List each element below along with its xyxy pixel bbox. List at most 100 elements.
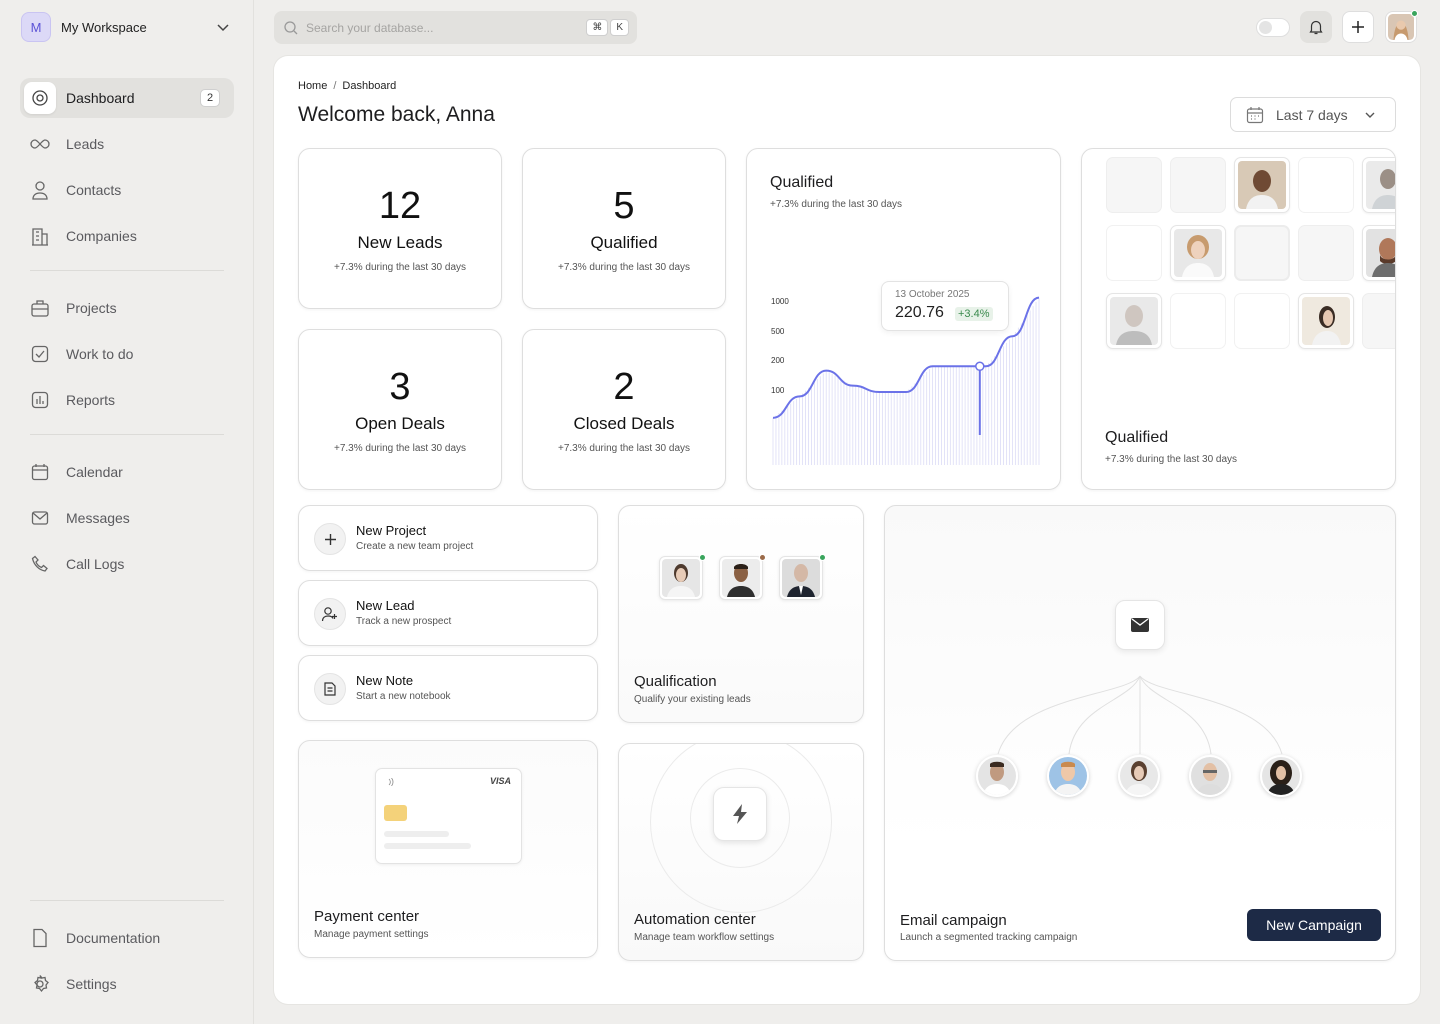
action-subtitle: Start a new notebook <box>356 691 451 702</box>
notifications-button[interactable] <box>1300 11 1332 43</box>
lead-avatar[interactable] <box>659 554 706 600</box>
lead-avatar[interactable] <box>779 554 826 600</box>
sidebar-item-calendar[interactable]: Calendar <box>20 452 234 492</box>
stat-card-closed-deals[interactable]: 2 Closed Deals +7.3% during the last 30 … <box>522 329 726 490</box>
breadcrumb-home[interactable]: Home <box>298 80 327 92</box>
card-subtitle: Qualify your existing leads <box>634 694 751 705</box>
sidebar-item-messages[interactable]: Messages <box>20 498 234 538</box>
email-campaign-card[interactable]: Email campaign Launch a segmented tracki… <box>884 505 1396 961</box>
stat-value: 12 <box>378 185 422 227</box>
sidebar-item-settings[interactable]: Settings <box>20 964 234 1004</box>
chevron-down-icon <box>217 24 229 32</box>
stat-value: 3 <box>389 366 411 408</box>
sidebar-item-projects[interactable]: Projects <box>20 288 234 328</box>
person-photo <box>1191 757 1229 795</box>
main-panel: Home / Dashboard Welcome back, Anna Last 7… <box>274 56 1420 1004</box>
card-subtitle: Launch a segmented tracking campaign <box>900 932 1078 943</box>
search-icon <box>284 20 298 34</box>
stat-card-new-leads[interactable]: 12 New Leads +7.3% during the last 30 da… <box>298 148 502 309</box>
note-icon <box>314 673 346 705</box>
infinity-icon <box>30 134 50 154</box>
empty-tile <box>1106 225 1162 281</box>
person-photo <box>978 757 1016 795</box>
chart-highlight-point[interactable] <box>975 361 985 372</box>
action-title: New Note <box>356 673 414 688</box>
sidebar-item-companies[interactable]: Companies <box>20 216 234 256</box>
calendar-icon <box>1246 106 1264 123</box>
briefcase-icon <box>30 298 50 318</box>
search-input[interactable] <box>306 20 566 35</box>
credit-card-illustration: VISA <box>375 768 522 864</box>
empty-tile <box>1234 293 1290 349</box>
sidebar-item-label: Reports <box>66 392 116 408</box>
new-lead-action[interactable]: New Lead Track a new prospect <box>298 580 598 646</box>
date-range-select[interactable]: Last 7 days <box>1230 97 1396 132</box>
person-photo <box>1302 297 1350 345</box>
add-button[interactable] <box>1342 11 1374 43</box>
qualified-people-card[interactable]: Qualified +7.3% during the last 30 days <box>1081 148 1396 490</box>
action-subtitle: Create a new team project <box>356 541 474 552</box>
sidebar-item-call-logs[interactable]: Call Logs <box>20 544 234 584</box>
sidebar-item-documentation[interactable]: Documentation <box>20 918 234 958</box>
sidebar-item-label: Work to do <box>66 346 134 362</box>
stat-change: +7.3% during the last 30 days <box>557 443 691 454</box>
workspace-switcher[interactable]: M My Workspace <box>21 11 235 43</box>
recipient-avatar[interactable] <box>1260 755 1302 797</box>
sidebar-item-label: Calendar <box>66 464 123 480</box>
automation-center-card[interactable]: Automation center Manage team workflow s… <box>618 743 864 961</box>
online-status-dot <box>819 554 826 561</box>
sidebar-item-label: Contacts <box>66 182 122 198</box>
payment-center-card[interactable]: VISA Payment center Manage payment setti… <box>298 740 598 958</box>
recipient-avatar[interactable] <box>1118 755 1160 797</box>
stat-label: Open Deals <box>355 414 445 433</box>
lead-avatar[interactable] <box>719 554 766 600</box>
profile-avatar[interactable] <box>1385 10 1418 43</box>
user-icon <box>30 180 50 200</box>
card-brand: VISA <box>489 776 511 786</box>
stat-card-open-deals[interactable]: 3 Open Deals +7.3% during the last 30 da… <box>298 329 502 490</box>
sidebar-item-work-to-do[interactable]: Work to do <box>20 334 234 374</box>
qualified-chart-card[interactable]: Qualified +7.3% during the last 30 days … <box>746 148 1061 490</box>
recipient-avatar[interactable] <box>976 755 1018 797</box>
recipient-avatar[interactable] <box>1047 755 1089 797</box>
search-bar[interactable]: ⌘ K <box>274 11 637 44</box>
lead-photo-tile[interactable] <box>1170 225 1226 281</box>
empty-tile <box>1170 157 1226 213</box>
calendar-icon <box>30 462 50 482</box>
lead-photo-tile[interactable] <box>1298 293 1354 349</box>
sidebar-item-contacts[interactable]: Contacts <box>20 170 234 210</box>
person-photo <box>722 559 760 597</box>
new-project-action[interactable]: New Project Create a new team project <box>298 505 598 571</box>
person-photo <box>1238 161 1286 209</box>
stat-change: +7.3% during the last 30 days <box>333 262 467 273</box>
card-subtitle: Manage team workflow settings <box>634 932 775 943</box>
sidebar-item-reports[interactable]: Reports <box>20 380 234 420</box>
online-status-dot <box>1411 10 1418 17</box>
breadcrumb-current: Dashboard <box>342 80 397 92</box>
sidebar-item-label: Companies <box>66 228 137 244</box>
lead-photo-tile[interactable] <box>1234 157 1290 213</box>
sidebar-item-label: Documentation <box>66 930 161 946</box>
lead-photo-tile[interactable] <box>1106 293 1162 349</box>
card-title: Payment center <box>314 908 420 925</box>
sidebar-item-label: Projects <box>66 300 117 316</box>
theme-toggle[interactable] <box>1256 18 1290 37</box>
stat-value: 5 <box>613 185 635 227</box>
qualification-card[interactable]: Qualification Qualify your existing lead… <box>618 505 864 723</box>
sidebar-item-leads[interactable]: Leads <box>20 124 234 164</box>
lead-photo-tile[interactable] <box>1362 157 1395 213</box>
chart-tooltip: 13 October 2025 220.76 +3.4% <box>881 281 1009 331</box>
away-status-dot <box>759 554 766 561</box>
new-note-action[interactable]: New Note Start a new notebook <box>298 655 598 721</box>
person-photo <box>1049 757 1087 795</box>
sidebar-item-dashboard[interactable]: Dashboard 2 <box>20 78 234 118</box>
person-photo <box>1174 229 1222 277</box>
recipient-avatar[interactable] <box>1189 755 1231 797</box>
new-campaign-button[interactable]: New Campaign <box>1247 909 1381 941</box>
lead-photo-tile[interactable] <box>1362 225 1395 281</box>
stat-card-qualified[interactable]: 5 Qualified +7.3% during the last 30 day… <box>522 148 726 309</box>
stat-label: Closed Deals <box>573 414 675 433</box>
person-photo <box>1110 297 1158 345</box>
tooltip-change-badge: +3.4% <box>955 307 993 321</box>
toggle-knob <box>1259 21 1272 34</box>
